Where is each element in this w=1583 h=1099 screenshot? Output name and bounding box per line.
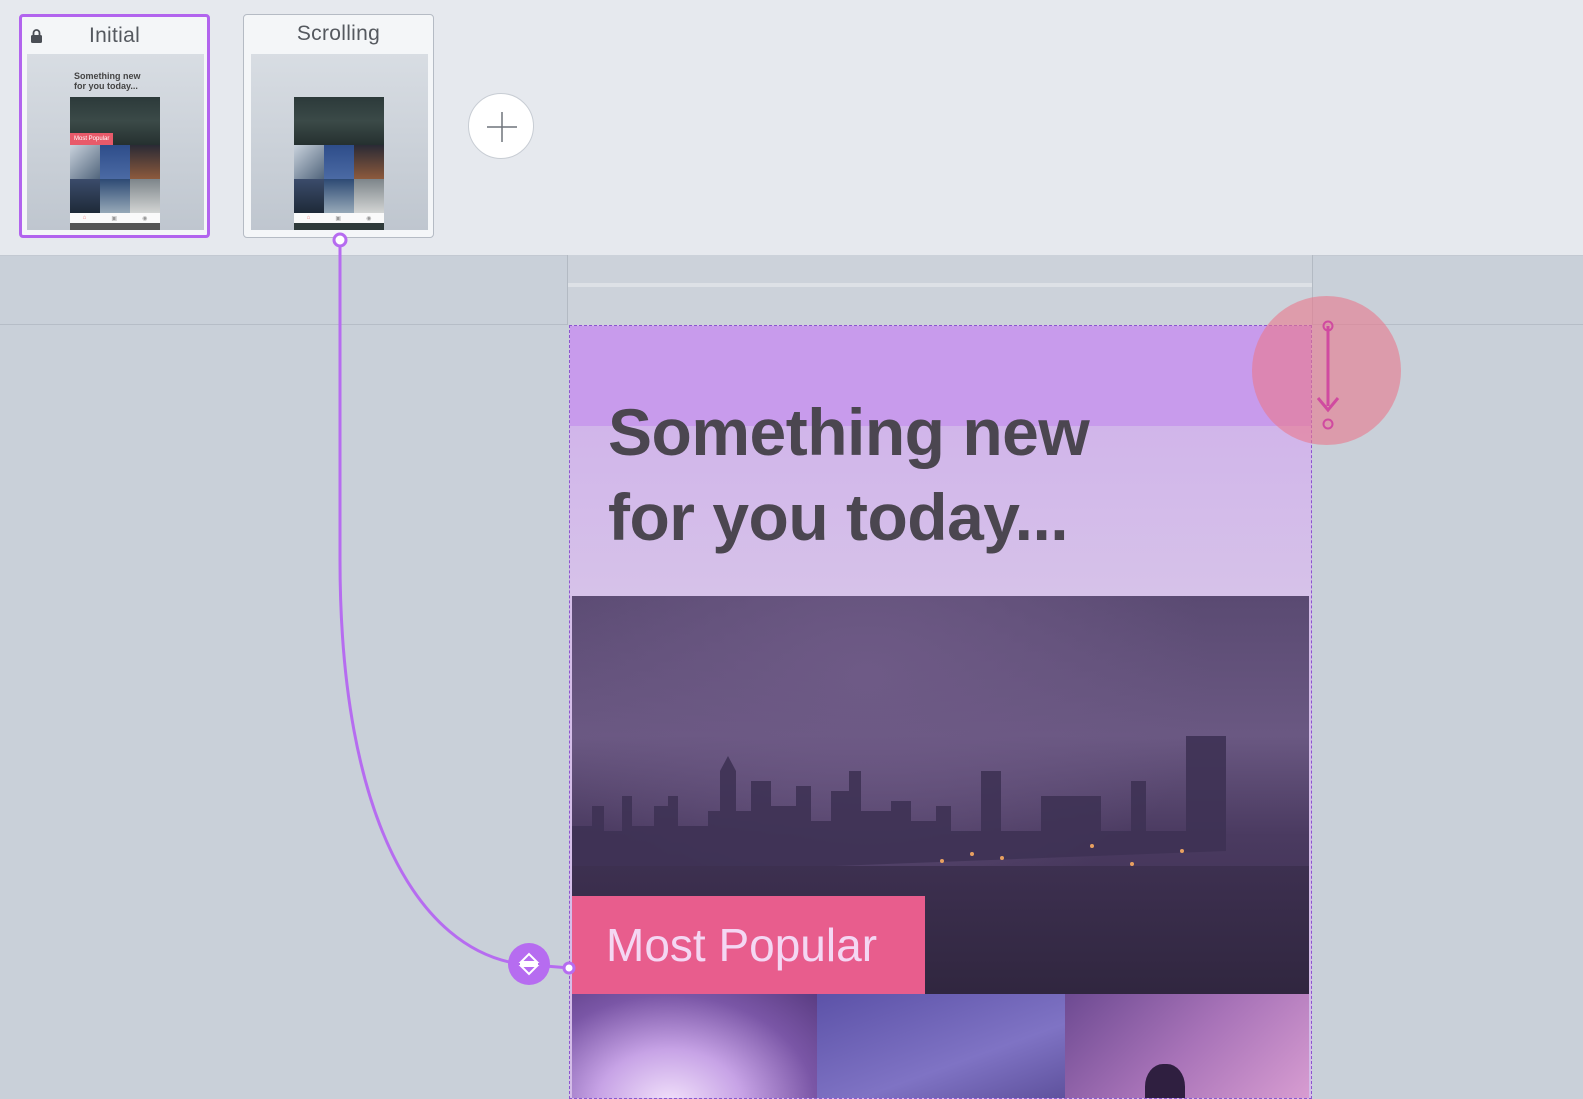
transition-connector [332, 232, 576, 975]
scroll-gesture-indicator[interactable] [1252, 296, 1401, 445]
expand-collapse-icon [518, 952, 540, 976]
scroll-down-gesture-icon [1316, 320, 1340, 430]
transition-handle[interactable] [508, 943, 550, 985]
